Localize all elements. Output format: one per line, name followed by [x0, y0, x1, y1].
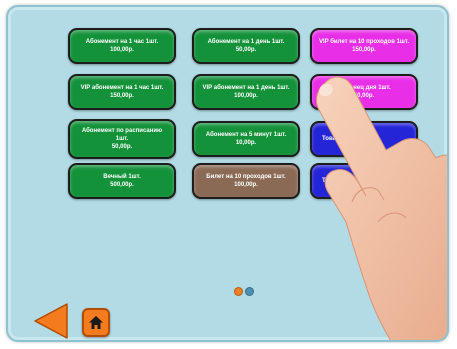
- tile-daily-pass[interactable]: Абонемент на 1 день 1шт. 50,00р.: [192, 28, 300, 64]
- tile-line: VIP билет на 10 проходов 1шт.: [318, 39, 409, 45]
- page-indicator: [234, 287, 254, 296]
- tile-line: Товар: [322, 178, 340, 184]
- tile-line: VIP абонемент на 1 час 1шт.: [80, 85, 164, 91]
- tile-line: Абонемент по расписанию: [81, 128, 163, 134]
- tile-line: Абонемент на 1 день 1шт.: [207, 39, 285, 45]
- tile-price: 10,00р.: [235, 140, 257, 146]
- tile-price: 50,00р.: [111, 144, 133, 150]
- tile-price: 50,00р.: [235, 47, 257, 53]
- tile-line: Вечный 1шт.: [103, 174, 141, 180]
- tile-line: 1шт.: [115, 136, 129, 142]
- tile-end-of-day[interactable]: На конец дня 1шт. 50,00р.: [310, 74, 418, 110]
- page-dot[interactable]: [234, 287, 243, 296]
- tile-price: 500,00р.: [110, 182, 134, 188]
- home-icon: [89, 316, 103, 329]
- tile-5-minute-pass[interactable]: Абонемент на 5 минут 1шт. 10,00р.: [192, 121, 300, 157]
- tile-vip-10-entries[interactable]: VIP билет на 10 проходов 1шт. 150,00р.: [310, 28, 418, 64]
- tile-price: 100,00р.: [234, 93, 258, 99]
- back-button[interactable]: [33, 302, 69, 340]
- tile-line: Абонемент на 1 час 1шт.: [85, 39, 159, 45]
- tile-price: 150,00р.: [110, 93, 134, 99]
- tile-price: 100,00р.: [110, 47, 134, 53]
- tile-10-entries-ticket[interactable]: Билет на 10 проходов 1шт. 100,00р.: [192, 163, 300, 199]
- tile-line: Билет на 10 проходов 1шт.: [206, 174, 286, 180]
- tile-eternal-pass[interactable]: Вечный 1шт. 500,00р.: [68, 163, 176, 199]
- arrow-right-icon: [377, 270, 413, 302]
- page-dot[interactable]: [245, 287, 254, 296]
- kiosk-screen: Абонемент на 1 час 1шт. 100,00р. Абонеме…: [6, 5, 449, 342]
- tile-line: Товар: [322, 136, 340, 142]
- tile-price: 100,00р.: [234, 182, 258, 188]
- tile-vip-daily-pass[interactable]: VIP абонемент на 1 день 1шт. 100,00р.: [192, 74, 300, 110]
- tile-hourly-pass[interactable]: Абонемент на 1 час 1шт. 100,00р.: [68, 28, 176, 64]
- home-button[interactable]: [82, 308, 110, 337]
- tile-price: 150,00р.: [352, 47, 376, 53]
- tile-line: VIP абонемент на 1 день 1шт.: [202, 85, 290, 91]
- tile-line: На конец дня 1шт.: [337, 85, 391, 91]
- tile-product-2[interactable]: Товар: [310, 163, 418, 199]
- next-page-button[interactable]: [376, 269, 414, 303]
- tile-vip-hourly-pass[interactable]: VIP абонемент на 1 час 1шт. 150,00р.: [68, 74, 176, 110]
- tile-scheduled-pass[interactable]: Абонемент по расписанию 1шт. 50,00р.: [68, 119, 176, 159]
- tile-line: Абонемент на 5 минут 1шт.: [205, 132, 287, 138]
- tile-price: 50,00р.: [353, 93, 375, 99]
- arrow-left-icon: [34, 303, 68, 339]
- tile-product-1[interactable]: Товар: [310, 121, 418, 157]
